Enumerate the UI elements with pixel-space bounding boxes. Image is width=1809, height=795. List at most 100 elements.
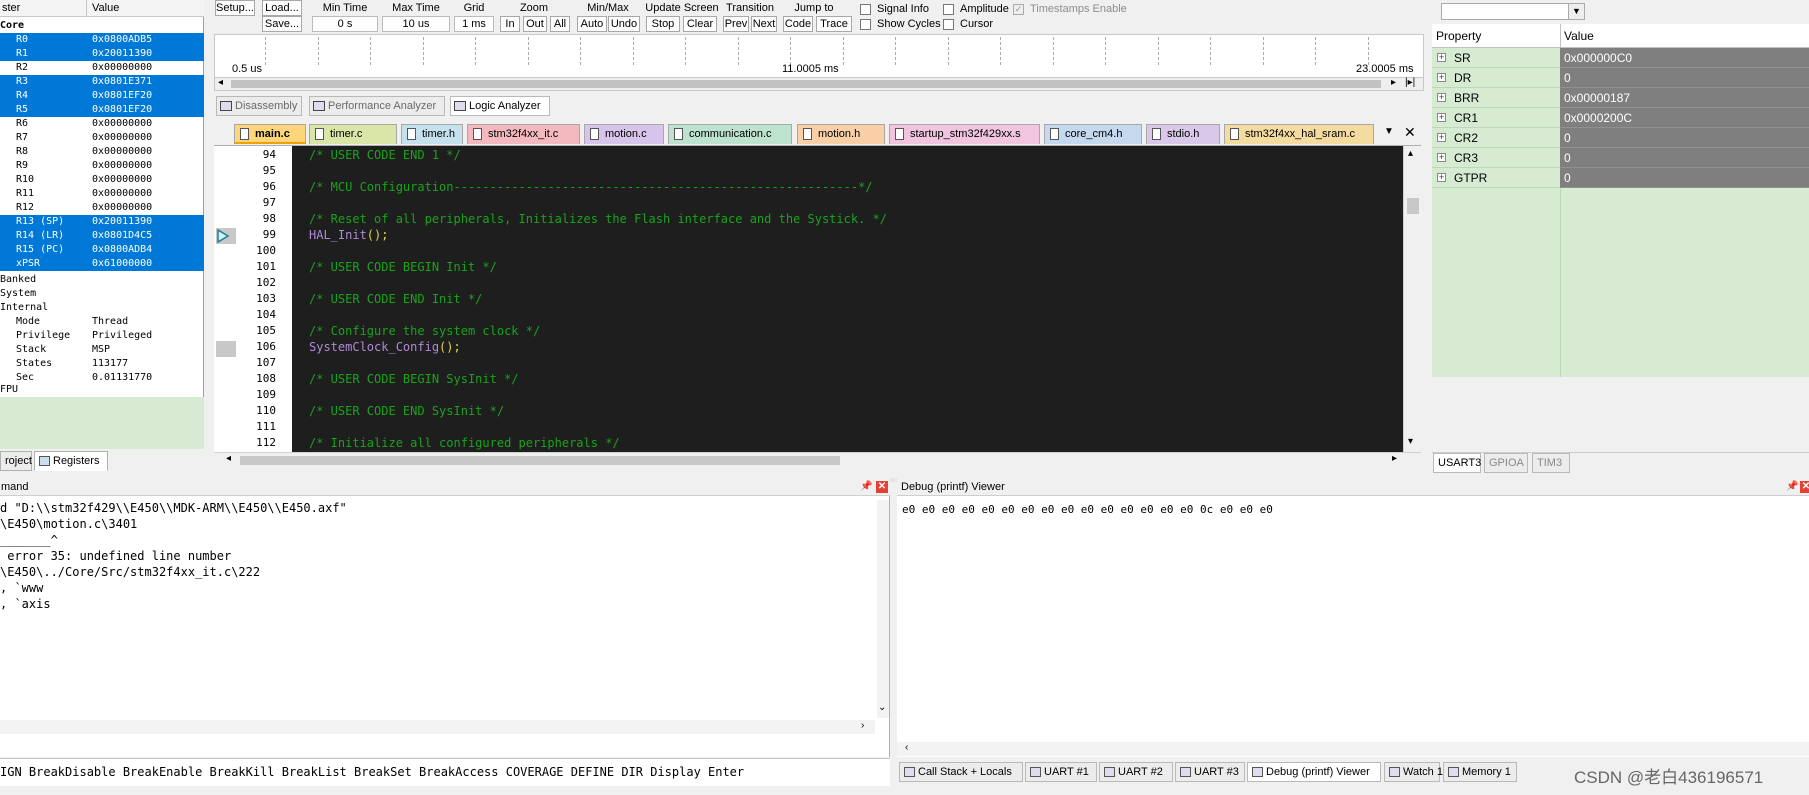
command-scroll-right-icon[interactable]: ›: [861, 720, 864, 731]
command-hscrollbar[interactable]: ›: [0, 720, 875, 734]
code-line[interactable]: /* USER CODE END SysInit */: [309, 403, 504, 419]
register-row[interactable]: R6 0x00000000: [0, 117, 204, 131]
peripheral-tab[interactable]: USART3: [1433, 453, 1481, 473]
view-tab[interactable]: Logic Analyzer: [450, 96, 550, 116]
register-row[interactable]: R5 0x0801EF20: [0, 103, 204, 117]
register-row[interactable]: R13 (SP) 0x20011390: [0, 215, 204, 229]
stop-button[interactable]: Stop: [646, 16, 680, 32]
code-line[interactable]: /* USER CODE BEGIN SysInit */: [309, 371, 519, 387]
load-button[interactable]: Load...: [262, 0, 302, 16]
register-row[interactable]: R2 0x00000000: [0, 61, 204, 75]
peripheral-row[interactable]: + CR3 0: [1432, 148, 1809, 168]
undo-button[interactable]: Undo: [608, 16, 640, 32]
breakpoint-gutter[interactable]: [278, 146, 292, 452]
code-vscrollbar[interactable]: ▴ ▾: [1403, 146, 1421, 452]
group-fpu[interactable]: FPU: [0, 383, 204, 397]
register-row[interactable]: R14 (LR) 0x0801D4C5: [0, 229, 204, 243]
command-close-icon[interactable]: ✕: [876, 481, 888, 493]
bottom-tab[interactable]: Watch 1: [1384, 762, 1443, 782]
command-pin-icon[interactable]: 📌: [860, 481, 872, 492]
bottom-tab[interactable]: UART #3: [1175, 762, 1245, 782]
code-line[interactable]: /* Initialize all configured peripherals…: [309, 435, 620, 451]
zoom-out-button[interactable]: Out: [523, 16, 547, 32]
next-button[interactable]: Next: [751, 16, 777, 32]
trace-button[interactable]: Trace: [816, 16, 852, 32]
bottom-tab[interactable]: Debug (printf) Viewer: [1247, 762, 1381, 782]
peripheral-tab[interactable]: TIM3: [1532, 453, 1570, 473]
expand-icon[interactable]: +: [1437, 73, 1446, 82]
code-vscroll-thumb[interactable]: [1407, 198, 1419, 214]
expand-icon[interactable]: +: [1437, 153, 1446, 162]
printf-scroll-left-icon[interactable]: ‹: [905, 742, 908, 753]
hscroll-right-icon[interactable]: ▸: [1392, 453, 1397, 464]
peripheral-select[interactable]: ▼: [1441, 3, 1585, 20]
internal-row[interactable]: States 113177: [0, 357, 204, 371]
group-internal[interactable]: Internal: [0, 301, 204, 315]
bottom-tab[interactable]: UART #2: [1099, 762, 1173, 782]
printf-hscrollbar[interactable]: ‹: [897, 742, 1809, 756]
file-tab[interactable]: stm32f4xx_hal_sram.c: [1224, 124, 1374, 144]
code-button[interactable]: Code: [783, 16, 813, 32]
internal-row[interactable]: Privilege Privileged: [0, 329, 204, 343]
file-tab[interactable]: startup_stm32f429xx.s: [889, 124, 1040, 144]
prev-button[interactable]: Prev: [723, 16, 749, 32]
tab-dropdown-icon[interactable]: ▼: [1384, 126, 1394, 137]
register-row[interactable]: R15 (PC) 0x0800ADB4: [0, 243, 204, 257]
tab-registers[interactable]: Registers: [34, 451, 108, 471]
signal-info-checkbox[interactable]: [860, 4, 871, 15]
ruler-scrollbar[interactable]: ◂ ▸ |▸|: [214, 77, 1424, 91]
save-button[interactable]: Save...: [262, 16, 302, 32]
file-tab[interactable]: stdio.h: [1146, 124, 1220, 144]
peripheral-row[interactable]: + CR2 0: [1432, 128, 1809, 148]
command-line[interactable]: IGN BreakDisable BreakEnable BreakKill B…: [0, 758, 890, 786]
code-hscrollbar[interactable]: ◂ ▸: [214, 452, 1421, 468]
hscroll-left-icon[interactable]: ◂: [226, 453, 231, 464]
code-hscroll-thumb[interactable]: [240, 456, 840, 465]
register-row[interactable]: R3 0x0801E371: [0, 75, 204, 89]
scroll-down-icon[interactable]: ▾: [1408, 436, 1413, 447]
code-line[interactable]: /* USER CODE END 1 */: [309, 147, 461, 163]
internal-row[interactable]: Stack MSP: [0, 343, 204, 357]
view-tab[interactable]: Performance Analyzer: [309, 96, 445, 116]
tab-project[interactable]: roject: [0, 451, 32, 471]
file-tab[interactable]: stm32f4xx_it.c: [467, 124, 580, 144]
clear-button[interactable]: Clear: [683, 16, 717, 32]
code-line[interactable]: /* Configure the system clock */: [309, 323, 540, 339]
setup-button[interactable]: Setup...: [215, 0, 255, 16]
register-row[interactable]: R4 0x0801EF20: [0, 89, 204, 103]
timestamps-checkbox[interactable]: ✓: [1013, 4, 1024, 15]
register-row[interactable]: xPSR 0x61000000: [0, 257, 204, 271]
scroll-left-icon[interactable]: ◂: [218, 77, 223, 88]
printf-pin-icon[interactable]: 📌: [1786, 481, 1798, 492]
code-line[interactable]: SystemClock_Config();: [309, 339, 461, 355]
file-tab[interactable]: core_cm4.h: [1044, 124, 1142, 144]
expand-icon[interactable]: +: [1437, 173, 1446, 182]
command-scroll-down-icon[interactable]: ⌄: [878, 702, 886, 713]
expand-icon[interactable]: +: [1437, 113, 1446, 122]
file-tab[interactable]: main.c: [234, 124, 306, 144]
register-row[interactable]: R8 0x00000000: [0, 145, 204, 159]
zoom-in-button[interactable]: In: [500, 16, 520, 32]
group-system[interactable]: System: [0, 287, 204, 301]
file-tab[interactable]: motion.h: [797, 124, 885, 144]
register-row[interactable]: R7 0x00000000: [0, 131, 204, 145]
scroll-up-icon[interactable]: ▴: [1408, 148, 1413, 159]
internal-row[interactable]: Mode Thread: [0, 315, 204, 329]
code-line[interactable]: /* USER CODE END Init */: [309, 291, 482, 307]
register-row[interactable]: R10 0x00000000: [0, 173, 204, 187]
peripheral-row[interactable]: + DR 0: [1432, 68, 1809, 88]
peripheral-select-chevron-icon[interactable]: ▼: [1568, 4, 1584, 19]
file-tab[interactable]: timer.c: [309, 124, 397, 144]
bottom-tab[interactable]: Call Stack + Locals: [899, 762, 1023, 782]
view-tab[interactable]: Disassembly: [216, 96, 302, 116]
peripheral-row[interactable]: + SR 0x000000C0: [1432, 48, 1809, 68]
scroll-end-icon[interactable]: |▸|: [1405, 77, 1415, 88]
peripheral-tab[interactable]: GPIOA: [1484, 453, 1528, 473]
peripheral-row[interactable]: + BRR 0x00000187: [1432, 88, 1809, 108]
file-tab[interactable]: motion.c: [584, 124, 664, 144]
register-row[interactable]: R0 0x0800ADB5: [0, 33, 204, 47]
command-vscrollbar[interactable]: ⌄: [877, 500, 889, 718]
file-tab[interactable]: communication.c: [668, 124, 792, 144]
ruler-scroll-thumb[interactable]: [231, 80, 1381, 88]
scroll-right-icon[interactable]: ▸: [1391, 77, 1396, 88]
